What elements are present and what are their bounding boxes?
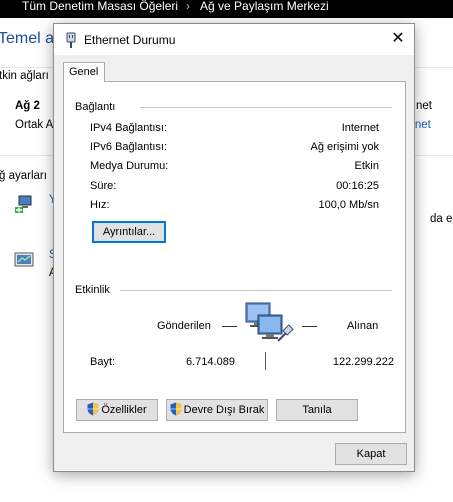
ethernet-plug-icon [66,32,76,48]
uac-shield-icon [87,402,99,416]
network-name: Ağ 2 [15,100,40,112]
properties-button[interactable]: Özellikler [76,399,158,421]
ipv4-label: IPv4 Bağlantısı: [90,122,168,134]
media-status-value: Etkin [354,160,379,172]
details-button[interactable]: Ayrıntılar... [92,221,166,243]
ethernet-status-dialog: Ethernet Durumu ✕ Genel Bağlantı IPv4 Ba… [53,23,415,472]
setup-connection-desc: da e [430,213,453,225]
disable-label: Devre Dışı Bırak [183,404,265,416]
section-divider [140,107,392,108]
troubleshoot-icon [14,252,34,267]
properties-label: Özellikler [101,404,147,416]
uac-shield-icon [170,402,182,416]
bytes-label: Bayt: [90,356,116,368]
connection-section-label: Bağlantı [75,101,116,113]
received-dash [302,326,317,327]
bytes-sent-value: 6.714.089 [186,356,235,368]
general-tab-panel: Bağlantı IPv4 Bağlantısı: Internet IPv6 … [63,81,406,433]
tab-general[interactable]: Genel [63,62,105,82]
duration-value: 00:16:25 [336,180,379,192]
disable-button[interactable]: Devre Dışı Bırak [166,399,268,421]
received-label: Alınan [347,320,379,332]
dialog-title: Ethernet Durumu [84,33,176,47]
network-computers-icon [245,302,294,342]
breadcrumb-item-control-panel[interactable]: Tüm Denetim Masası Öğeleri [22,0,178,12]
media-status-label: Medya Durumu: [90,160,169,172]
settings-label: ğ ayarları [0,170,47,182]
sent-label: Gönderilen [157,320,211,332]
close-icon[interactable]: ✕ [382,24,414,55]
ipv6-label: IPv6 Bağlantısı: [90,141,168,153]
title-bar[interactable]: Ethernet Durumu ✕ [54,24,414,55]
speed-label: Hız: [90,199,110,211]
new-connection-icon [15,195,32,213]
diagnose-button[interactable]: Tanıla [276,399,358,421]
speed-value: 100,0 Mb/sn [318,199,379,211]
breadcrumb-item-network-center[interactable]: Ağ ve Paylaşım Merkezi [200,0,329,12]
breadcrumb-separator: › [186,0,190,13]
section-divider [120,290,392,291]
access-type-label: net [416,100,432,112]
activity-section-label: Etkinlik [75,284,110,296]
close-button[interactable]: Kapat [335,443,407,465]
duration-label: Süre: [90,180,117,192]
bytes-received-value: 122.299.222 [332,356,394,368]
sent-dash [222,326,237,327]
ipv4-value: Internet [341,122,379,134]
network-type: Ortak A [15,119,54,131]
address-bar[interactable]: Tüm Denetim Masası Öğeleri › Ağ ve Payla… [0,0,453,18]
active-networks-label: tkin ağları [0,70,49,82]
ipv6-value: Ağ erişimi yok [310,141,379,153]
activity-separator [265,352,266,370]
